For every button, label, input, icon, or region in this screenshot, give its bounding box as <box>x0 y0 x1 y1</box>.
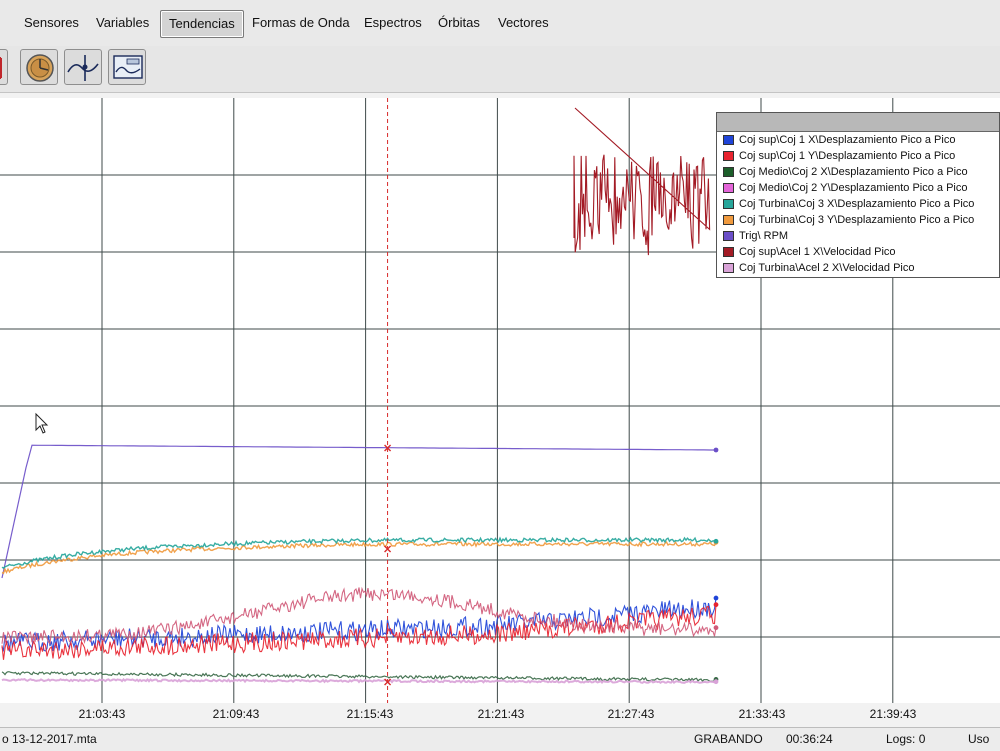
series-end-marker <box>713 538 719 544</box>
trend-cursor-icon[interactable] <box>64 49 102 85</box>
tab-vectores[interactable]: Vectores <box>490 10 557 36</box>
x-tick-label: 21:27:43 <box>607 707 655 721</box>
x-tick-label: 21:21:43 <box>477 707 525 721</box>
status-elapsed: 00:36:24 <box>786 732 833 746</box>
waveform-window-icon[interactable] <box>108 49 146 85</box>
status-logs: Logs: 0 <box>886 732 926 746</box>
legend-label: Coj Turbina\Coj 3 X\Desplazamiento Pico … <box>739 198 975 210</box>
mouse-pointer-icon <box>35 412 49 434</box>
series-end-marker <box>713 447 719 453</box>
series-line <box>573 107 711 256</box>
legend-swatch <box>723 199 734 209</box>
x-axis: 21:03:43 21:09:43 21:15:43 21:21:43 21:2… <box>0 703 1000 727</box>
legend-item[interactable]: Trig\ RPM <box>717 228 999 244</box>
tab-variables[interactable]: Variables <box>88 10 157 36</box>
legend-item[interactable]: Coj Turbina\Coj 3 Y\Desplazamiento Pico … <box>717 212 999 228</box>
legend-swatch <box>723 151 734 161</box>
status-recording: GRABANDO <box>694 732 763 746</box>
legend-swatch <box>723 263 734 273</box>
tab-orbitas[interactable]: Órbitas <box>430 10 488 36</box>
legend-swatch <box>723 215 734 225</box>
series-end-marker <box>713 625 719 631</box>
status-bar: o 13-12-2017.mta GRABANDO 00:36:24 Logs:… <box>0 727 1000 751</box>
legend-item[interactable]: Coj Turbina\Coj 3 X\Desplazamiento Pico … <box>717 196 999 212</box>
legend-header <box>717 113 999 132</box>
x-tick-label: 21:33:43 <box>738 707 786 721</box>
legend-label: Coj sup\Coj 1 Y\Desplazamiento Pico a Pi… <box>739 150 956 162</box>
legend-item[interactable]: Coj Turbina\Acel 2 X\Velocidad Pico <box>717 260 999 276</box>
x-tick-label: 21:03:43 <box>78 707 126 721</box>
legend-swatch <box>723 135 734 145</box>
series-line <box>1 604 717 660</box>
legend-item[interactable]: Coj sup\Acel 1 X\Velocidad Pico <box>717 244 999 260</box>
legend-label: Coj Medio\Coj 2 X\Desplazamiento Pico a … <box>739 166 968 178</box>
legend-label: Coj Turbina\Acel 2 X\Velocidad Pico <box>739 262 915 274</box>
series-end-marker <box>713 602 719 608</box>
legend: Coj sup\Coj 1 X\Desplazamiento Pico a Pi… <box>716 112 1000 278</box>
tab-espectros[interactable]: Espectros <box>356 10 430 36</box>
tab-bar: Sensores Variables Tendencias Formas de … <box>0 0 1000 47</box>
legend-label: Coj Turbina\Coj 3 Y\Desplazamiento Pico … <box>739 214 975 226</box>
series-end-marker <box>713 679 719 685</box>
legend-swatch <box>723 167 734 177</box>
series-end-marker <box>713 595 719 601</box>
tab-sensores[interactable]: Sensores <box>16 10 87 36</box>
legend-swatch <box>723 231 734 241</box>
legend-item[interactable]: Coj sup\Coj 1 X\Desplazamiento Pico a Pi… <box>717 132 999 148</box>
tab-tendencias[interactable]: Tendencias <box>160 10 244 38</box>
series-line <box>1 536 717 569</box>
legend-item[interactable]: Coj Medio\Coj 2 Y\Desplazamiento Pico a … <box>717 180 999 196</box>
legend-label: Coj sup\Coj 1 X\Desplazamiento Pico a Pi… <box>739 134 956 146</box>
status-file: o 13-12-2017.mta <box>2 732 97 746</box>
legend-label: Trig\ RPM <box>739 230 789 242</box>
status-uso: Uso <box>968 732 990 746</box>
x-tick-label: 21:39:43 <box>869 707 917 721</box>
legend-label: Coj sup\Acel 1 X\Velocidad Pico <box>739 246 896 258</box>
axis-marker-icon[interactable] <box>0 49 8 85</box>
tab-formas-de-onda[interactable]: Formas de Onda <box>244 10 358 36</box>
series-line <box>1 444 716 579</box>
legend-item[interactable]: Coj sup\Coj 1 Y\Desplazamiento Pico a Pi… <box>717 148 999 164</box>
legend-swatch <box>723 247 734 257</box>
legend-swatch <box>723 183 734 193</box>
toolbar <box>0 46 1000 93</box>
legend-label: Coj Medio\Coj 2 Y\Desplazamiento Pico a … <box>739 182 968 194</box>
legend-item[interactable]: Coj Medio\Coj 2 X\Desplazamiento Pico a … <box>717 164 999 180</box>
clock-gauge-icon[interactable] <box>20 49 58 85</box>
x-tick-label: 21:09:43 <box>212 707 260 721</box>
x-tick-label: 21:15:43 <box>346 707 394 721</box>
series-line <box>1 540 717 575</box>
